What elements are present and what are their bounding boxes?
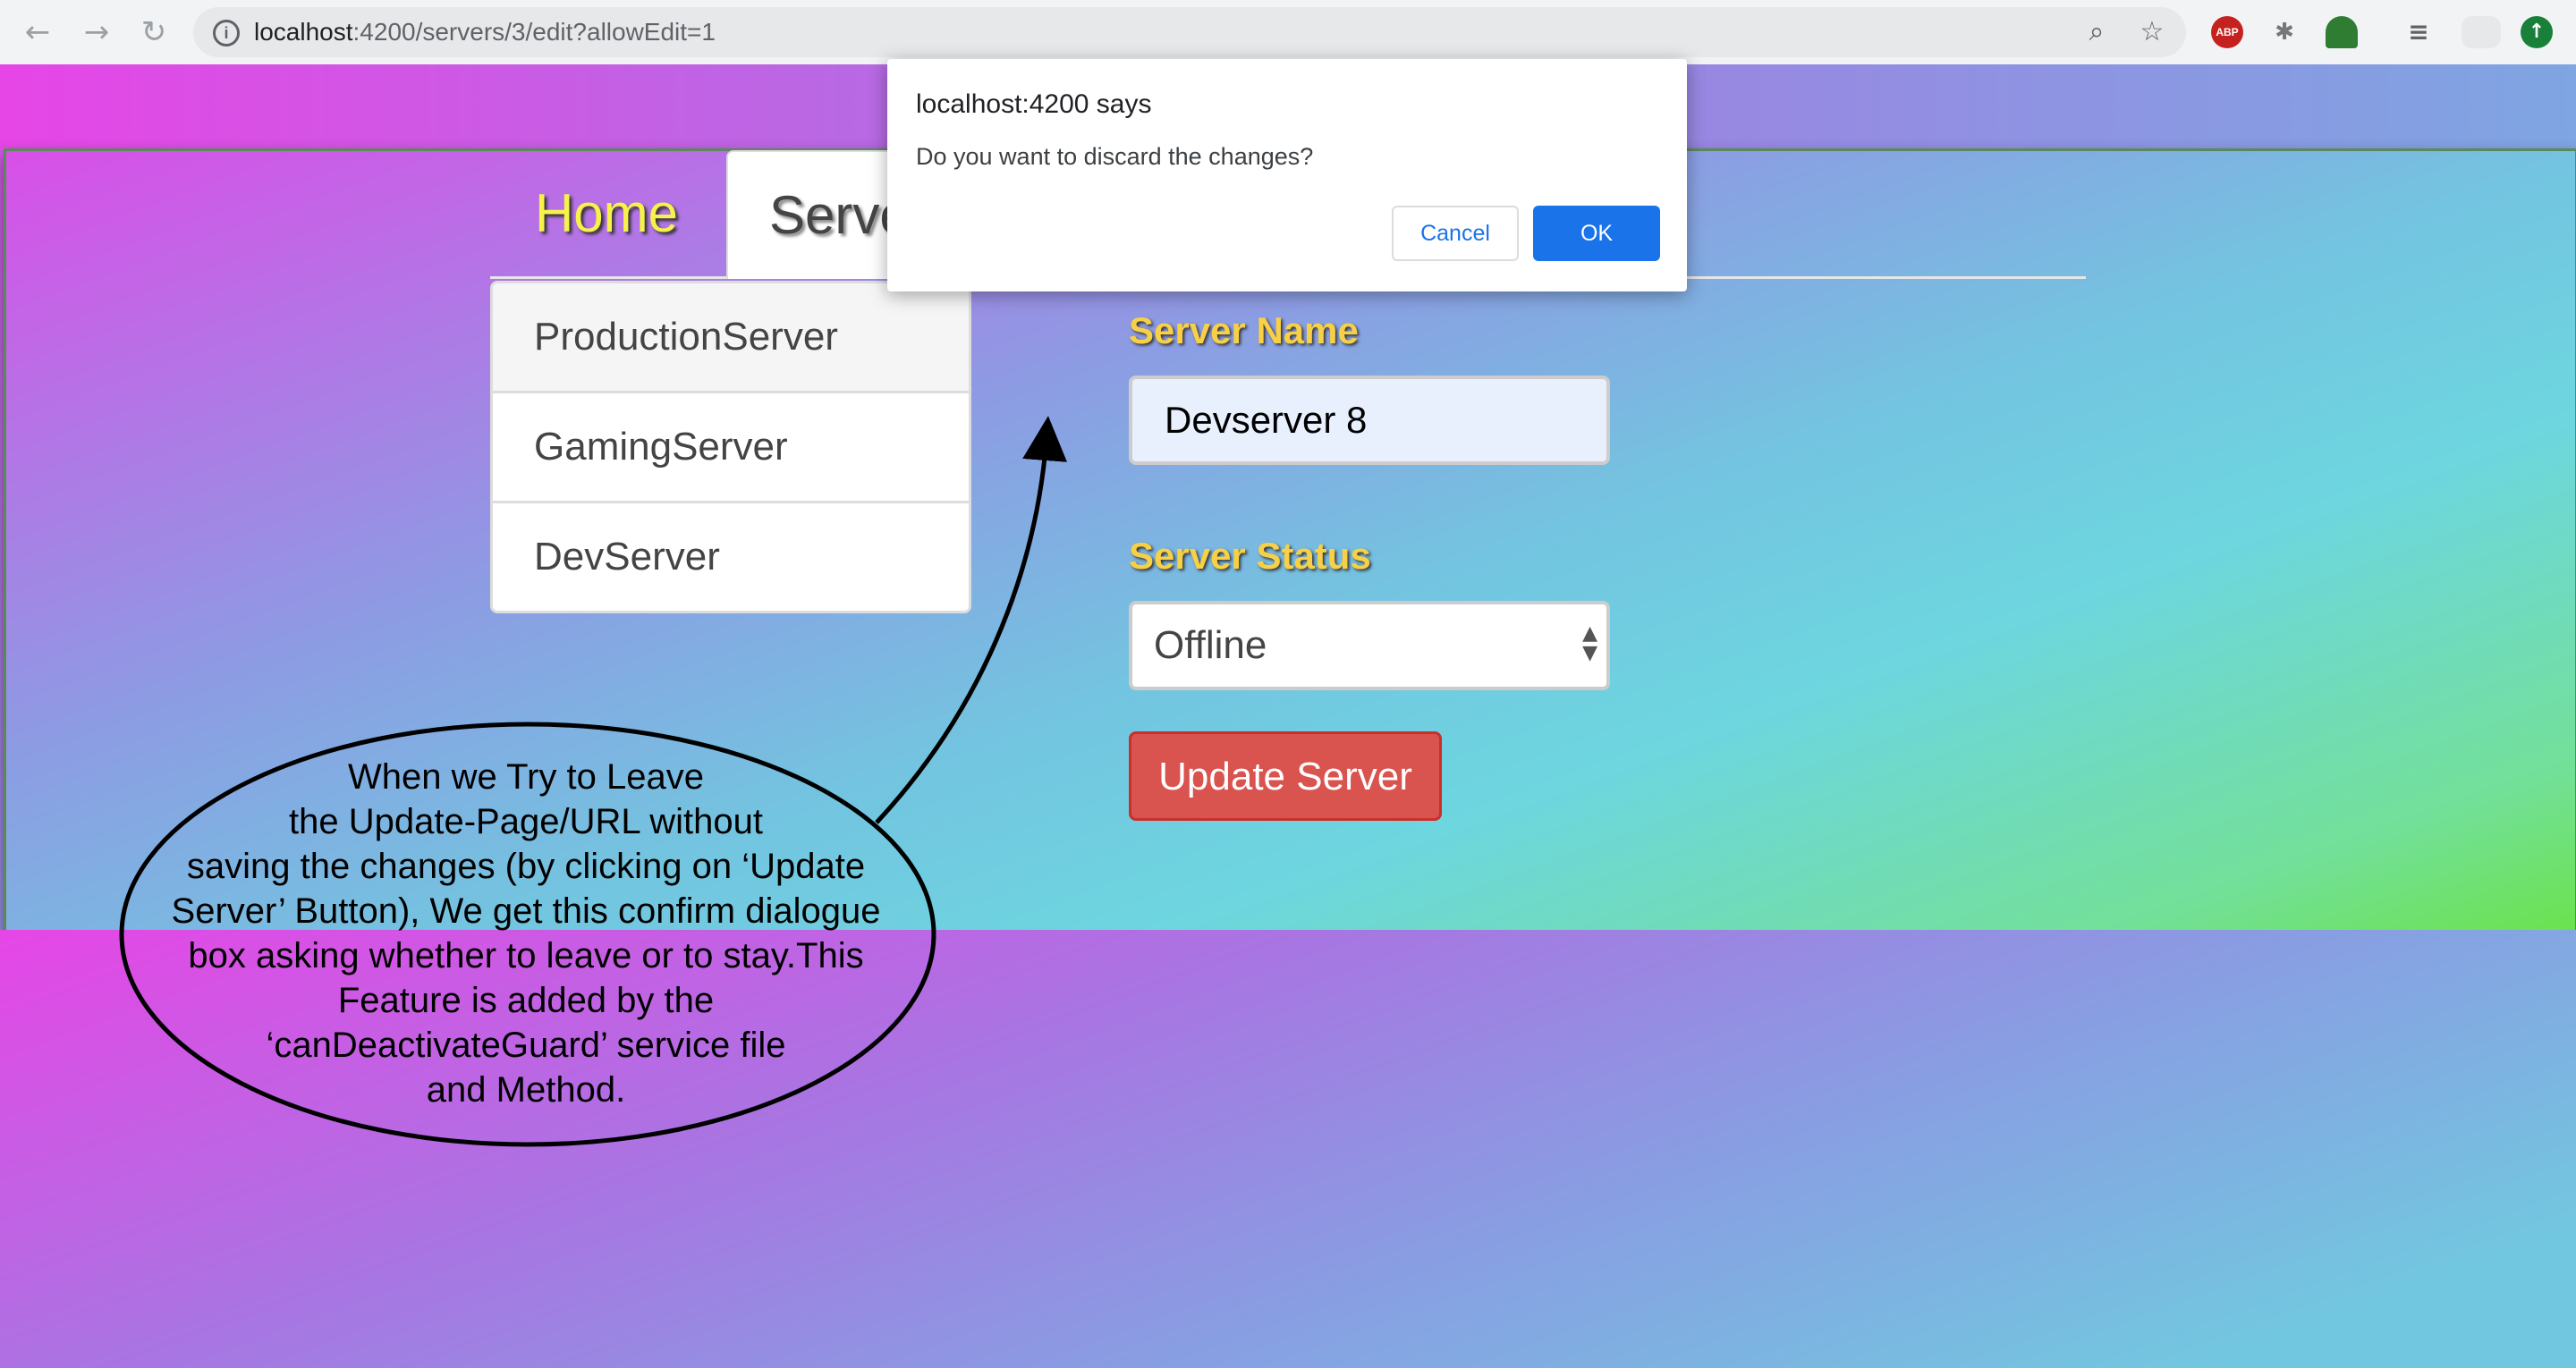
annotation-line: and Method.	[426, 1070, 626, 1110]
annotation-line: ‘canDeactivateGuard’ service file	[266, 1026, 786, 1065]
list-item-gaming-server[interactable]: GamingServer	[493, 393, 969, 503]
back-arrow-icon[interactable]: ←	[18, 13, 57, 52]
adblock-extension-icon[interactable]: ABP	[2211, 16, 2243, 48]
cloud-extension-icon[interactable]	[2462, 16, 2501, 48]
abp-label: ABP	[2216, 26, 2239, 38]
zoom-icon[interactable]: ⌕	[2080, 16, 2113, 48]
status-selected-value: Offline	[1154, 623, 1267, 667]
forward-arrow-icon[interactable]: →	[77, 13, 116, 52]
dialog-title: localhost:4200 says	[916, 89, 1152, 119]
dialog-message: Do you want to discard the changes?	[916, 143, 1314, 170]
annotation-line: When we Try to Leave	[348, 757, 704, 797]
annotation-line: Feature is added by the	[337, 981, 715, 1020]
bug-extension-icon[interactable]: ✱	[2268, 16, 2301, 48]
annotation-line: box asking whether to leave or to stay.T…	[188, 936, 864, 975]
select-arrows-icon: ▲ ▼	[1582, 622, 1597, 664]
annotation-text: When we Try to Leave the Update-Page/URL…	[134, 755, 918, 1112]
list-item-production-server[interactable]: ProductionServer	[493, 283, 969, 393]
server-status-label: Server Status	[1129, 535, 1371, 577]
cancel-button[interactable]: Cancel	[1392, 206, 1519, 261]
server-name-input[interactable]	[1129, 376, 1610, 465]
info-icon[interactable]: i	[213, 20, 240, 46]
browser-toolbar: ← → ↻ i localhost:4200/servers/3/edit?al…	[0, 0, 2576, 65]
annotation-line: saving the changes (by clicking on ‘Upda…	[186, 847, 866, 886]
star-icon[interactable]: ☆	[2136, 16, 2168, 48]
queue-icon[interactable]: ≡	[2402, 16, 2435, 48]
address-bar[interactable]: i localhost:4200/servers/3/edit?allowEdi…	[193, 7, 2186, 57]
tab-home[interactable]: Home	[490, 150, 723, 277]
url-path: :4200/servers/3/edit?allowEdit=1	[352, 18, 716, 46]
url-text[interactable]: localhost:4200/servers/3/edit?allowEdit=…	[254, 18, 716, 46]
url-host: localhost	[254, 18, 353, 46]
html-tree-extension-icon[interactable]	[2326, 16, 2358, 48]
list-item-dev-server[interactable]: DevServer	[493, 503, 969, 611]
update-server-button[interactable]: Update Server	[1129, 731, 1442, 821]
server-list: ProductionServer GamingServer DevServer	[490, 281, 971, 613]
server-status-select[interactable]: Offline ▲ ▼	[1129, 601, 1610, 690]
ok-button[interactable]: OK	[1533, 206, 1660, 261]
annotation-line: the Update-Page/URL without	[289, 802, 763, 841]
confirm-dialog: localhost:4200 says Do you want to disca…	[887, 59, 1687, 291]
annotation-line: Server’ Button), We get this confirm dia…	[171, 891, 881, 931]
server-name-label: Server Name	[1129, 309, 1359, 351]
update-icon[interactable]: ↑	[2521, 16, 2553, 48]
reload-icon[interactable]: ↻	[134, 13, 174, 52]
